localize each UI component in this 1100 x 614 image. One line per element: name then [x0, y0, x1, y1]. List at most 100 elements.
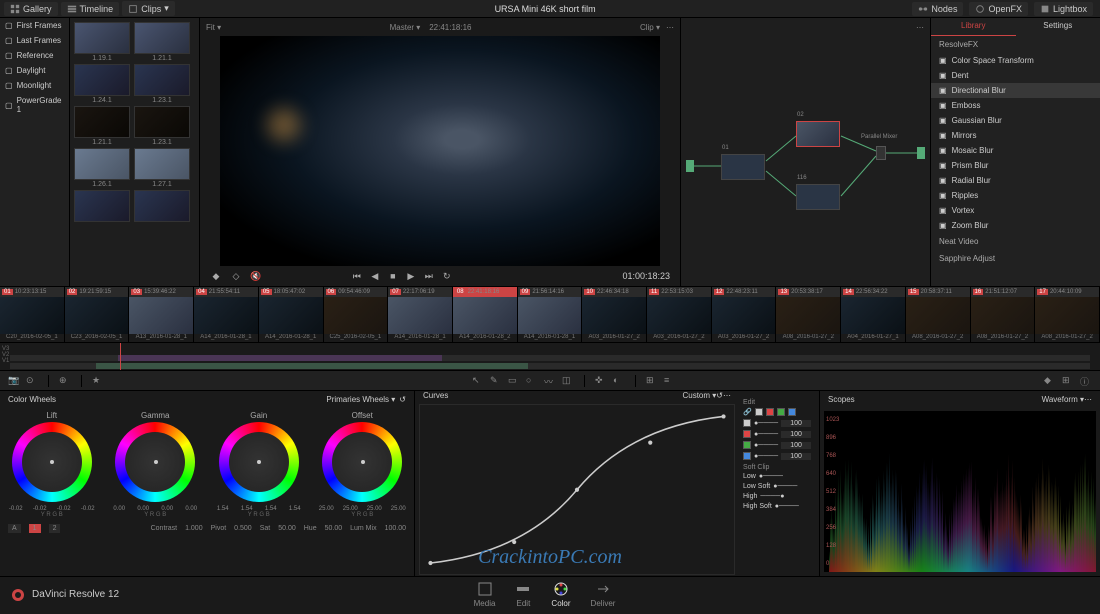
node[interactable]: 02 [796, 121, 840, 147]
gallery-thumb[interactable]: 1.26.1 [74, 148, 130, 188]
nodes-canvas[interactable]: 01 02 116 Parallel Mixer [681, 36, 930, 276]
timeline-clip[interactable]: 0110:23:13:15C20_2016-02-05_1 [0, 287, 65, 342]
prev-clip-button[interactable]: ⏮ [351, 270, 363, 282]
options-icon[interactable]: ⋯ [723, 391, 731, 400]
fx-item[interactable]: ▣Ripples [931, 188, 1100, 203]
curves-canvas[interactable] [419, 404, 735, 575]
next-clip-button[interactable]: ⏭ [423, 270, 435, 282]
timeline-clip[interactable]: 0421:55:54:11A14_2016-01-28_1 [194, 287, 259, 342]
sat-value[interactable]: 50.00 [278, 525, 296, 532]
sidebar-item-reference[interactable]: ▢Reference [0, 48, 69, 63]
play-button[interactable]: ▶ [405, 270, 417, 282]
gallery-thumb[interactable]: 1.27.1 [134, 148, 190, 188]
camera-icon[interactable]: 📷 [8, 375, 20, 387]
sidebar-item-powergrade[interactable]: ▢PowerGrade 1 [0, 93, 69, 117]
sidebar-item-first-frames[interactable]: ▢First Frames [0, 18, 69, 33]
marker-icon[interactable]: ◇ [230, 270, 242, 282]
options-icon[interactable]: ⋯ [1084, 395, 1092, 404]
timeline-clip[interactable]: 1222:48:23:11A03_2016-01-27_2 [712, 287, 777, 342]
mini-timeline[interactable]: V3 V2 V1 [0, 342, 1100, 370]
cursor-icon[interactable]: ↖ [472, 375, 484, 387]
page-color[interactable]: Color [551, 581, 570, 608]
tracker-icon[interactable]: ⊞ [646, 375, 658, 387]
pen-icon[interactable]: ✎ [490, 375, 502, 387]
sidebar-item-moonlight[interactable]: ▢Moonlight [0, 78, 69, 93]
keyframe-icon[interactable]: ◆ [1044, 375, 1056, 387]
gallery-thumb[interactable]: 1.23.1 [134, 106, 190, 146]
step-back-button[interactable]: ◀ [369, 270, 381, 282]
loop-button[interactable]: ↻ [441, 270, 453, 282]
clips-button[interactable]: Clips ▾ [122, 1, 175, 16]
link-icon[interactable]: 🔗 [743, 408, 752, 416]
tab-library[interactable]: Library [931, 18, 1016, 36]
page-media[interactable]: Media [474, 581, 496, 608]
gallery-thumb[interactable]: 1.19.1 [74, 22, 130, 62]
timeline-button[interactable]: Timeline [61, 2, 120, 16]
gallery-button[interactable]: Gallery [4, 2, 58, 16]
page2-button[interactable]: 2 [49, 524, 61, 533]
circle-icon[interactable]: ○ [526, 375, 538, 387]
nodes-button[interactable]: Nodes [912, 2, 963, 16]
reset-icon[interactable]: ↺ [399, 395, 406, 404]
openfx-button[interactable]: OpenFX [969, 2, 1028, 16]
timeline-clip[interactable]: 0219:21:59:15C23_2016-02-05_1 [65, 287, 130, 342]
fx-item[interactable]: ▣Vortex [931, 203, 1100, 218]
gamma-wheel[interactable] [115, 422, 195, 502]
b-intensity[interactable] [781, 453, 811, 460]
nodes-options-icon[interactable]: ⋯ [916, 23, 924, 32]
node-output[interactable] [917, 147, 925, 159]
node[interactable]: 01 [721, 154, 765, 180]
pivot-value[interactable]: 0.500 [234, 525, 252, 532]
gain-wheel[interactable] [219, 422, 299, 502]
sidebar-item-last-frames[interactable]: ▢Last Frames [0, 33, 69, 48]
page-edit[interactable]: Edit [515, 581, 531, 608]
gallery-thumb[interactable] [134, 190, 190, 222]
g-channel-button[interactable] [777, 408, 785, 416]
page1-button[interactable]: 1 [29, 524, 41, 533]
fx-item[interactable]: ▣Mirrors [931, 128, 1100, 143]
parallel-mixer-node[interactable] [876, 146, 886, 160]
timeline-clip[interactable]: 0822:41:18:16A14_2016-01-28_2 [453, 287, 518, 342]
timeline-clip[interactable]: 1022:46:34:18A03_2016-01-27_2 [582, 287, 647, 342]
timeline-clip[interactable]: 1621:51:12:07A08_2016-01-27_2 [971, 287, 1036, 342]
slider[interactable]: ●──── [754, 442, 778, 449]
g-intensity[interactable] [781, 442, 811, 449]
timeline-clip[interactable]: 1320:53:38:17A08_2016-01-27_2 [776, 287, 841, 342]
gallery-thumb[interactable]: 1.21.1 [134, 22, 190, 62]
stop-button[interactable]: ■ [387, 270, 399, 282]
wheels-mode-dropdown[interactable]: Primaries Wheels ▾ [326, 395, 395, 404]
sidebar-item-daylight[interactable]: ▢Daylight [0, 63, 69, 78]
timeline-clip[interactable]: 1122:53:15:03A03_2016-01-27_2 [647, 287, 712, 342]
page-deliver[interactable]: Deliver [591, 581, 616, 608]
reset-icon[interactable]: ↺ [716, 391, 723, 400]
node[interactable]: 116 [796, 184, 840, 210]
slider[interactable]: ●──── [754, 431, 778, 438]
slider[interactable]: ●──── [754, 420, 778, 427]
eyedropper-icon[interactable]: ✜ [595, 375, 607, 387]
playhead[interactable] [120, 343, 121, 370]
mute-icon[interactable]: 🔇 [250, 270, 262, 282]
viewer-options-icon[interactable]: ⋯ [666, 23, 674, 32]
timeline-clip[interactable]: 0609:54:46:09C25_2016-02-05_1 [324, 287, 389, 342]
hue-value[interactable]: 50.00 [325, 525, 343, 532]
marker-icon[interactable]: ◆ [210, 270, 222, 282]
y-channel-button[interactable] [755, 408, 763, 416]
node-input[interactable] [686, 160, 694, 172]
contrast-value[interactable]: 1.000 [185, 525, 203, 532]
a-button[interactable]: A [8, 524, 21, 533]
timeline-clip[interactable]: 1520:58:37:11A08_2016-01-27_2 [906, 287, 971, 342]
timeline-clip[interactable]: 1422:56:34:22A04_2016-01-27_1 [841, 287, 906, 342]
gallery-thumb[interactable]: 1.24.1 [74, 64, 130, 104]
fx-item[interactable]: ▣Mosaic Blur [931, 143, 1100, 158]
star-icon[interactable]: ★ [92, 375, 104, 387]
fx-item[interactable]: ▣Dent [931, 68, 1100, 83]
curves-mode-dropdown[interactable]: Custom ▾ [682, 391, 716, 400]
rect-icon[interactable]: ▭ [508, 375, 520, 387]
fx-item[interactable]: ▣Color Space Transform [931, 53, 1100, 68]
timeline-clip[interactable]: 0722:17:06:19A14_2016-01-28_1 [388, 287, 453, 342]
slider[interactable]: ●──── [759, 473, 783, 480]
fx-item[interactable]: ▣Emboss [931, 98, 1100, 113]
target-icon[interactable]: ⊙ [26, 375, 38, 387]
slider[interactable]: ●──── [773, 483, 797, 490]
waveform-scope[interactable]: 1023 896 768 640 512 384 256 128 0 [824, 411, 1096, 572]
